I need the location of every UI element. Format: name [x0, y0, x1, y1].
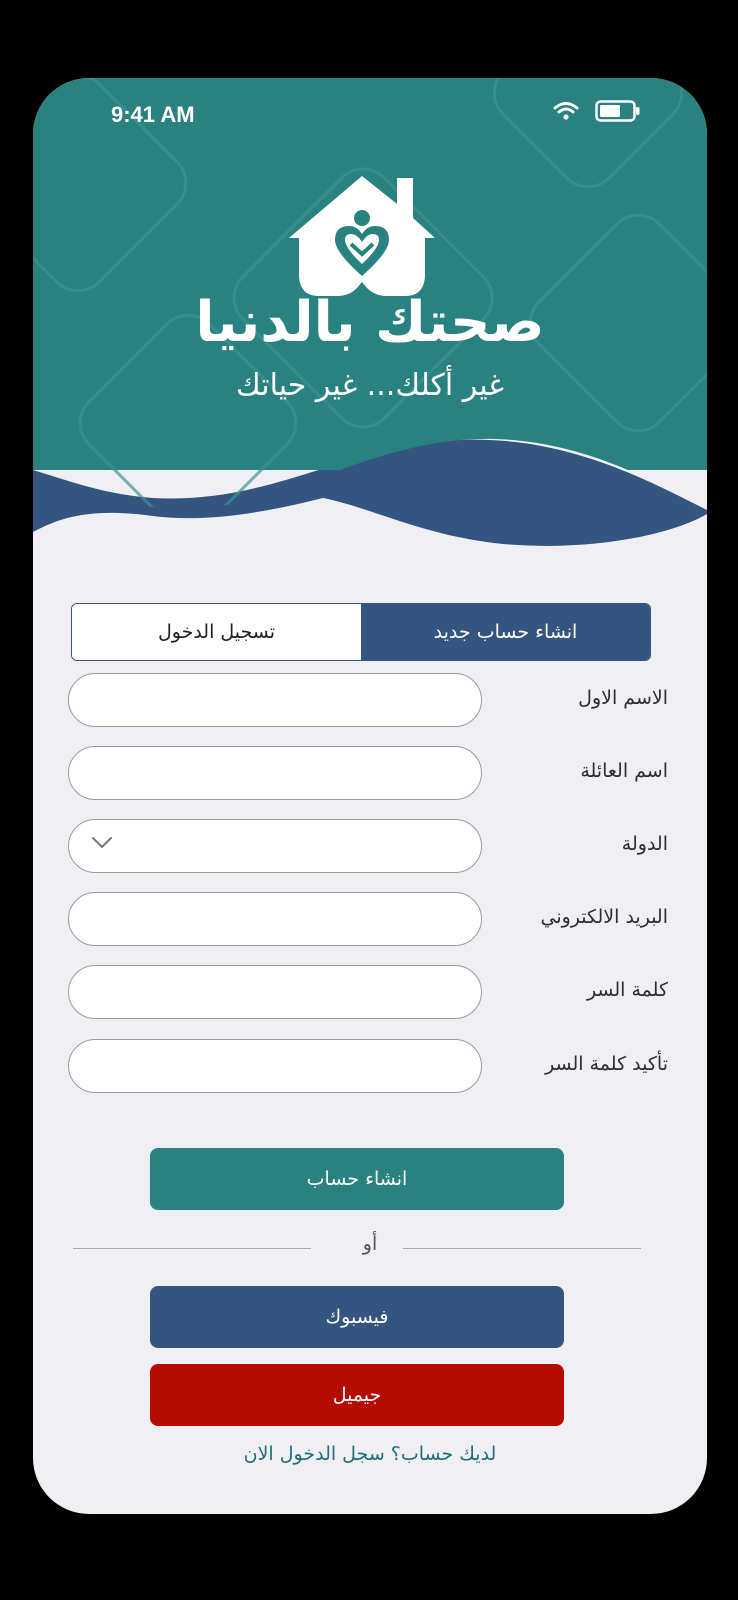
- email-field[interactable]: [68, 892, 482, 946]
- status-time: 9:41 AM: [111, 102, 195, 127]
- brand-tagline: غير أكلك... غير حياتك: [235, 368, 504, 403]
- password-label: كلمة السر: [586, 979, 668, 1001]
- confirm-password-field[interactable]: [68, 1039, 482, 1093]
- last-name-row: اسم العائلة: [68, 746, 668, 802]
- facebook-button[interactable]: فيسبوك: [150, 1286, 564, 1348]
- phone-screen: 9:41 AM صحتك بالدنيا غير أكلك... غير حيا…: [33, 78, 707, 1514]
- house-heart-logo-icon: [289, 176, 435, 296]
- chevron-down-icon: [92, 837, 112, 849]
- country-row: الدولة: [68, 819, 668, 875]
- wifi-icon: [553, 102, 579, 120]
- auth-tabs: تسجيل الدخول انشاء حساب جديد: [71, 603, 651, 661]
- password-field[interactable]: [68, 965, 482, 1019]
- password-row: كلمة السر: [68, 965, 668, 1021]
- login-link[interactable]: لديك حساب؟ سجل الدخول الان: [33, 1443, 707, 1465]
- last-name-field[interactable]: [68, 746, 482, 800]
- confirm-password-label: تأكيد كلمة السر: [545, 1053, 668, 1075]
- gmail-button[interactable]: جيميل: [150, 1364, 564, 1426]
- status-icons: [553, 100, 641, 122]
- last-name-label: اسم العائلة: [580, 760, 668, 782]
- tab-signup[interactable]: انشاء حساب جديد: [361, 604, 650, 660]
- country-select[interactable]: [68, 819, 482, 873]
- first-name-row: الاسم الاول: [68, 673, 668, 729]
- battery-icon: [595, 100, 640, 122]
- divider-or: أو: [362, 1233, 378, 1255]
- first-name-field[interactable]: [68, 673, 482, 727]
- confirm-password-row: تأكيد كلمة السر: [68, 1039, 668, 1095]
- country-label: الدولة: [621, 833, 668, 855]
- email-row: البريد الالكتروني: [68, 892, 668, 948]
- email-label: البريد الالكتروني: [540, 906, 669, 928]
- first-name-label: الاسم الاول: [578, 687, 668, 709]
- brand-title: صحتك بالدنيا: [195, 290, 545, 355]
- tab-login[interactable]: تسجيل الدخول: [72, 604, 361, 660]
- create-account-button[interactable]: انشاء حساب: [150, 1148, 564, 1210]
